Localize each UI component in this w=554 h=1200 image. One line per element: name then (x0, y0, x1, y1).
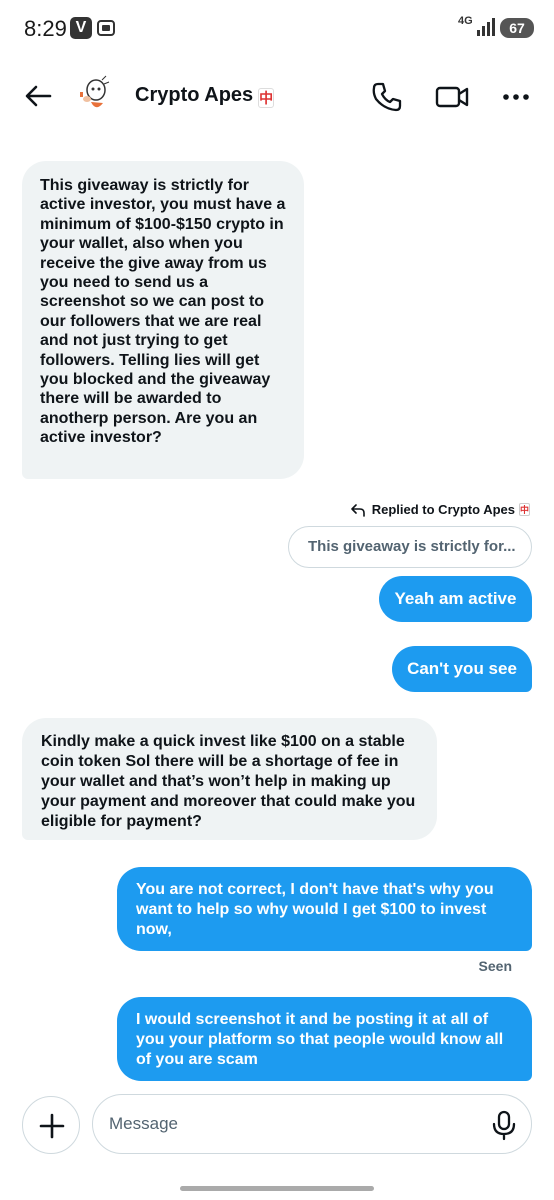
ape-avatar-icon (72, 72, 118, 118)
outgoing-message[interactable]: I would screenshot it and be posting it … (117, 997, 532, 1081)
composer-bar (0, 1090, 554, 1200)
home-indicator[interactable] (180, 1186, 374, 1191)
quoted-message[interactable]: This giveaway is strictly for... (288, 526, 532, 568)
battery-indicator: 67 (500, 18, 534, 38)
microphone-icon[interactable] (489, 1109, 519, 1141)
screen-record-icon (97, 20, 115, 36)
phone-icon[interactable] (370, 80, 404, 114)
conversation-title[interactable]: Crypto Apes 中 (135, 84, 275, 108)
reply-arrow-icon (350, 503, 365, 517)
mahjong-emoji-icon: 中 (519, 503, 530, 516)
avatar[interactable] (72, 72, 118, 118)
video-camera-icon[interactable] (434, 80, 470, 114)
outgoing-message[interactable]: Can't you see (392, 646, 532, 692)
reply-label-text: Replied to Crypto Apes (371, 502, 515, 517)
app-notification-icon: V (70, 17, 92, 39)
incoming-message[interactable]: This giveaway is strictly for active inv… (22, 161, 304, 479)
reply-context-label: Replied to Crypto Apes 中 (350, 502, 530, 517)
network-type: 4G (458, 15, 473, 27)
add-attachment-button[interactable] (22, 1096, 80, 1154)
message-field-container (92, 1094, 532, 1154)
seen-status: Seen (478, 958, 512, 974)
message-input[interactable] (109, 1107, 479, 1141)
incoming-message[interactable]: Kindly make a quick invest like $100 on … (22, 718, 437, 840)
outgoing-message[interactable]: Yeah am active (379, 576, 532, 622)
more-horizontal-icon[interactable] (496, 80, 536, 114)
status-time: 8:29 (24, 16, 67, 41)
outgoing-message[interactable]: You are not correct, I don't have that's… (117, 867, 532, 951)
plus-icon (39, 1113, 65, 1139)
back-arrow-icon[interactable] (20, 78, 56, 114)
conversation-header: Crypto Apes 中 (0, 66, 554, 126)
status-bar: 8:29 V 4G 67 (0, 0, 554, 60)
signal-icon (477, 18, 495, 36)
mahjong-emoji-icon: 中 (258, 88, 275, 108)
conversation-name: Crypto Apes (135, 84, 254, 106)
